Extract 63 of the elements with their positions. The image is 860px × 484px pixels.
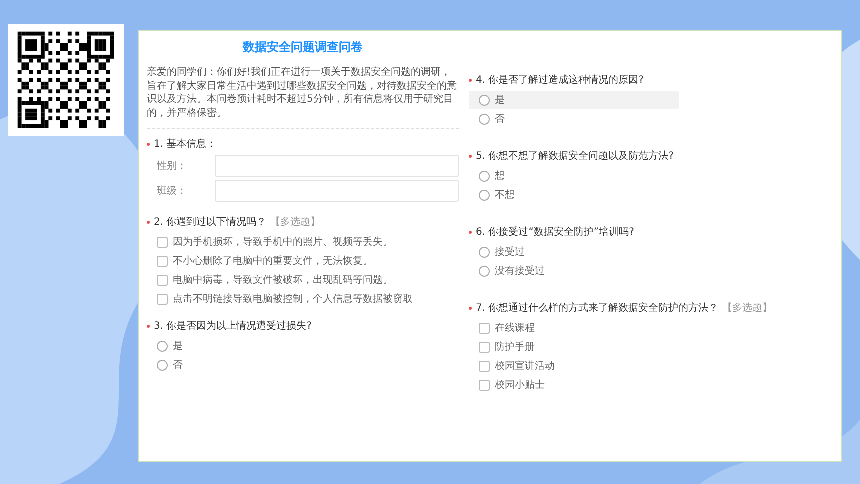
intro-text: 亲爱的同学们：你们好!我们正在进行一项关于数据安全问题的调研，旨在了解大家日常生活中遇到过哪些数据安全问题，对待数据安全的意识以及方法。本问卷预计耗时不超过5分钟，所有信息将仅用于研究目的，并严格保密。 — [147, 66, 458, 120]
question-type-tag: 【多选题】 — [270, 215, 321, 229]
option-row[interactable]: 电脑中病毒，导致文件被破坏，出现乱码等问题。 — [147, 271, 403, 289]
option-label: 校园宣讲活动 — [495, 360, 555, 373]
option-label: 防护手册 — [495, 340, 535, 354]
option-label: 不想 — [495, 188, 515, 202]
option-row[interactable]: 否 — [469, 110, 515, 128]
option-label: 没有接受过 — [495, 264, 545, 278]
option-label: 接受过 — [495, 246, 525, 259]
option-label: 在线课程 — [495, 322, 535, 335]
radio-button[interactable] — [479, 266, 490, 276]
option-label: 校园小贴士 — [495, 378, 545, 392]
question-type-tag: 【多选题】 — [722, 301, 773, 315]
radio-button[interactable] — [479, 190, 490, 200]
option-label: 是 — [173, 340, 183, 353]
survey-title: 数据安全问题调查问卷 — [242, 39, 364, 56]
checkbox[interactable] — [479, 322, 490, 334]
option-row[interactable]: 没有接受过 — [469, 262, 555, 280]
question-label: 2. 你遇到过以下情况吗？ — [154, 216, 267, 229]
option-row[interactable]: 接受过 — [469, 243, 535, 261]
option-row[interactable]: 点击不明链接导致电脑被控制，个人信息等数据被窃取 — [147, 290, 423, 308]
option-row[interactable]: 不小心删除了电脑中的重要文件，无法恢复。 — [147, 252, 383, 270]
option-label: 电脑中病毒，导致文件被破坏，出现乱码等问题。 — [173, 274, 393, 287]
question-label: 7. 你想通过什么样的方式来了解数据安全防护的方法？ — [476, 302, 719, 315]
option-label: 不小心删除了电脑中的重要文件，无法恢复。 — [173, 254, 373, 268]
option-row[interactable]: 在线课程 — [469, 319, 545, 337]
radio-button[interactable] — [157, 340, 168, 352]
radio-button[interactable] — [479, 94, 490, 106]
input-field[interactable] — [215, 155, 459, 177]
question-label: 4. 你是否了解过造成这种情况的原因? — [476, 74, 644, 87]
checkbox[interactable] — [157, 256, 168, 266]
field-label: 班级： — [157, 184, 188, 198]
input-field[interactable] — [215, 180, 459, 202]
option-row[interactable]: 校园宣讲活动 — [469, 357, 565, 375]
checkbox[interactable] — [479, 380, 490, 390]
checkbox[interactable] — [157, 274, 168, 286]
option-row[interactable]: 想 — [469, 167, 515, 185]
question-label: 5. 你想不想了解数据安全问题以及防范方法? — [476, 150, 674, 163]
question-label: 1. 基本信息： — [154, 138, 217, 151]
radio-button[interactable] — [479, 114, 490, 124]
option-label: 否 — [495, 113, 505, 126]
checkbox[interactable] — [157, 236, 168, 248]
option-row[interactable]: 是 — [147, 337, 193, 355]
radio-button[interactable] — [479, 170, 490, 182]
option-label: 否 — [173, 359, 183, 372]
question-label: 6. 你接受过“数据安全防护”培训吗? — [476, 226, 634, 239]
option-row[interactable]: 校园小贴士 — [469, 376, 555, 394]
option-label: 点击不明链接导致电脑被控制，个人信息等数据被窃取 — [173, 292, 413, 306]
checkbox[interactable] — [479, 360, 490, 372]
option-row[interactable]: 因为手机损坏，导致手机中的照片、视频等丢失。 — [147, 233, 403, 251]
checkbox[interactable] — [479, 342, 490, 352]
field-label: 性别： — [157, 160, 188, 173]
checkbox[interactable] — [157, 294, 168, 304]
option-label: 因为手机损坏，导致手机中的照片、视频等丢失。 — [173, 236, 393, 249]
radio-button[interactable] — [479, 246, 490, 258]
option-label: 想 — [495, 170, 505, 183]
option-row[interactable]: 防护手册 — [469, 338, 545, 356]
question-label: 3. 你是否因为以上情况遭受过损失? — [154, 320, 312, 333]
option-label: 是 — [495, 94, 505, 107]
option-row[interactable]: 是 — [469, 91, 679, 109]
option-row[interactable]: 不想 — [469, 186, 525, 204]
radio-button[interactable] — [157, 360, 168, 370]
option-row[interactable]: 否 — [147, 356, 193, 374]
